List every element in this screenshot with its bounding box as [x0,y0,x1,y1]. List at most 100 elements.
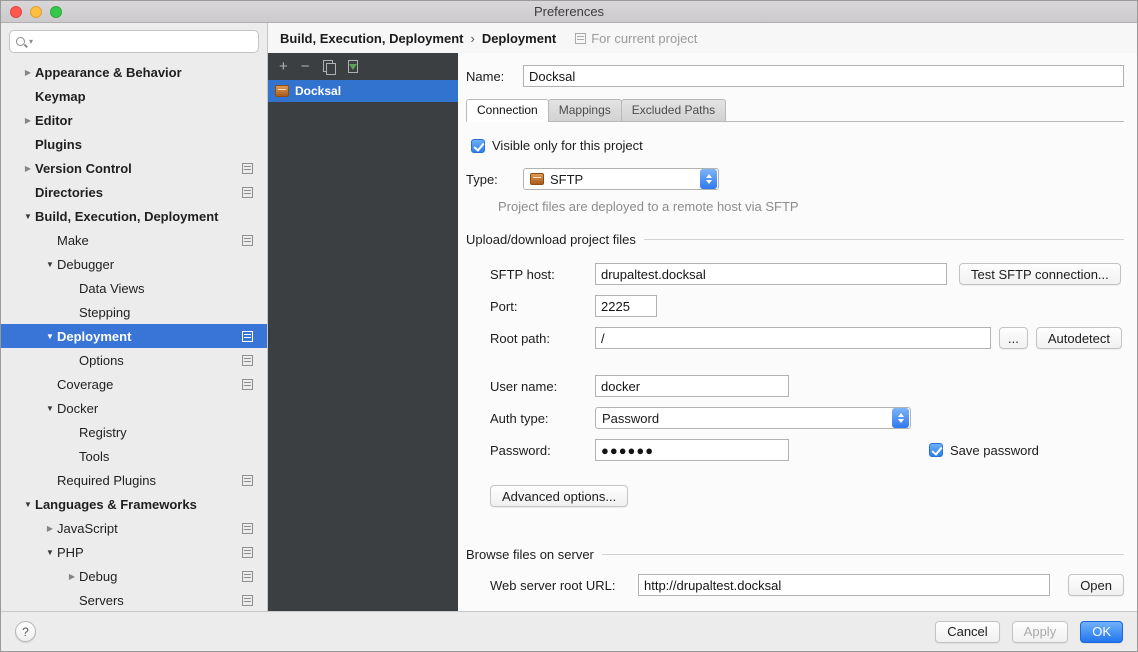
sidebar-item-build-execution-deployment[interactable]: ▼ Build, Execution, Deployment [1,204,267,228]
sidebar-item-registry[interactable]: Registry [1,420,267,444]
sftp-host-field[interactable] [595,263,947,285]
titlebar: Preferences [1,1,1137,23]
current-project-icon [242,331,253,342]
minimize-window-button[interactable] [30,6,42,18]
sidebar-item-make[interactable]: Make [1,228,267,252]
sidebar-item-javascript[interactable]: ▶ JavaScript [1,516,267,540]
dialog-footer: ? Cancel Apply OK [1,611,1137,651]
dropdown-stepper-icon[interactable] [700,169,717,189]
port-label: Port: [490,299,595,314]
cancel-button[interactable]: Cancel [935,621,999,643]
sidebar-item-docker[interactable]: ▼ Docker [1,396,267,420]
chevron-right-icon[interactable]: ▶ [65,572,79,581]
sidebar-item-languages-frameworks[interactable]: ▼ Languages & Frameworks [1,492,267,516]
save-password-checkbox[interactable] [929,443,943,457]
autodetect-button[interactable]: Autodetect [1036,327,1122,349]
web-server-root-url-field[interactable] [638,574,1050,596]
section-divider [602,554,1124,555]
chevron-right-icon[interactable]: ▶ [21,68,35,77]
user-name-label: User name: [490,379,595,394]
help-button[interactable]: ? [15,621,36,642]
current-project-icon [242,355,253,366]
import-server-icon[interactable] [348,60,358,73]
sidebar-item-options[interactable]: Options [1,348,267,372]
scope-indicator: For current project [575,31,697,46]
sidebar-item-keymap[interactable]: Keymap [1,84,267,108]
open-button[interactable]: Open [1068,574,1124,596]
zoom-window-button[interactable] [50,6,62,18]
password-field[interactable] [595,439,789,461]
copy-server-icon[interactable] [323,60,335,73]
chevron-down-icon[interactable]: ▼ [43,332,57,341]
sidebar-item-appearance-behavior[interactable]: ▶ Appearance & Behavior [1,60,267,84]
sidebar-item-version-control[interactable]: ▶ Version Control [1,156,267,180]
breadcrumb: Build, Execution, Deployment › Deploymen… [268,23,1137,53]
breadcrumb-deployment[interactable]: Deployment [482,31,556,46]
port-field[interactable] [595,295,657,317]
preferences-window: Preferences ▾ ▶ Appearance & Behavior Ke… [0,0,1138,652]
browse-root-path-button[interactable]: ... [999,327,1028,349]
sftp-host-label: SFTP host: [490,267,595,282]
tab-connection[interactable]: Connection [466,99,549,122]
window-title: Preferences [534,4,604,19]
type-help-text: Project files are deployed to a remote h… [498,199,1124,214]
close-window-button[interactable] [10,6,22,18]
user-name-field[interactable] [595,375,789,397]
sidebar-item-servers[interactable]: Servers [1,588,267,611]
add-server-button[interactable]: + [279,59,288,74]
sftp-type-icon [530,173,544,185]
web-server-root-url-label: Web server root URL: [490,578,638,593]
server-list-item-docksal[interactable]: Docksal [268,80,458,102]
sidebar-item-data-views[interactable]: Data Views [1,276,267,300]
current-project-icon [242,235,253,246]
chevron-down-icon[interactable]: ▾ [29,37,33,46]
breadcrumb-build-execution-deployment[interactable]: Build, Execution, Deployment [280,31,463,46]
name-label: Name: [466,69,523,84]
sidebar-item-tools[interactable]: Tools [1,444,267,468]
root-path-field[interactable] [595,327,991,349]
sidebar-item-directories[interactable]: Directories [1,180,267,204]
section-divider [644,239,1124,240]
settings-search-box[interactable]: ▾ [9,30,259,53]
sidebar-item-required-plugins[interactable]: Required Plugins [1,468,267,492]
chevron-right-icon[interactable]: ▶ [21,116,35,125]
current-project-icon [242,379,253,390]
search-input[interactable] [35,34,252,50]
tab-bar: Connection Mappings Excluded Paths [466,99,1124,122]
sidebar-item-debug[interactable]: ▶ Debug [1,564,267,588]
chevron-down-icon[interactable]: ▼ [43,404,57,413]
chevron-right-icon[interactable]: ▶ [43,524,57,533]
sidebar-item-debugger[interactable]: ▼ Debugger [1,252,267,276]
upload-section-header: Upload/download project files [466,232,1124,247]
test-sftp-connection-button[interactable]: Test SFTP connection... [959,263,1121,285]
sidebar-item-deployment[interactable]: ▼ Deployment [1,324,267,348]
chevron-down-icon[interactable]: ▼ [43,548,57,557]
remove-server-button[interactable]: − [301,59,310,74]
chevron-down-icon[interactable]: ▼ [43,260,57,269]
type-label: Type: [466,172,523,187]
current-project-icon [242,523,253,534]
current-project-icon [242,571,253,582]
sidebar-item-coverage[interactable]: Coverage [1,372,267,396]
server-list-panel: + − Docksal [268,53,458,611]
sidebar-item-php[interactable]: ▼ PHP [1,540,267,564]
chevron-down-icon[interactable]: ▼ [21,500,35,509]
tab-mappings[interactable]: Mappings [548,99,622,122]
advanced-options-button[interactable]: Advanced options... [490,485,628,507]
type-select[interactable]: SFTP [523,168,719,190]
sidebar-item-plugins[interactable]: Plugins [1,132,267,156]
name-field[interactable] [523,65,1124,87]
dropdown-stepper-icon[interactable] [892,408,909,428]
current-project-icon [575,33,586,44]
sidebar-item-editor[interactable]: ▶ Editor [1,108,267,132]
visible-only-checkbox[interactable] [471,139,485,153]
sidebar-item-stepping[interactable]: Stepping [1,300,267,324]
chevron-down-icon[interactable]: ▼ [21,212,35,221]
browse-section-header: Browse files on server [466,547,1124,562]
apply-button[interactable]: Apply [1012,621,1069,643]
auth-type-select[interactable]: Password [595,407,911,429]
settings-sidebar: ▾ ▶ Appearance & Behavior Keymap ▶ Edito… [1,23,268,611]
tab-excluded-paths[interactable]: Excluded Paths [621,99,726,122]
ok-button[interactable]: OK [1080,621,1123,643]
chevron-right-icon[interactable]: ▶ [21,164,35,173]
